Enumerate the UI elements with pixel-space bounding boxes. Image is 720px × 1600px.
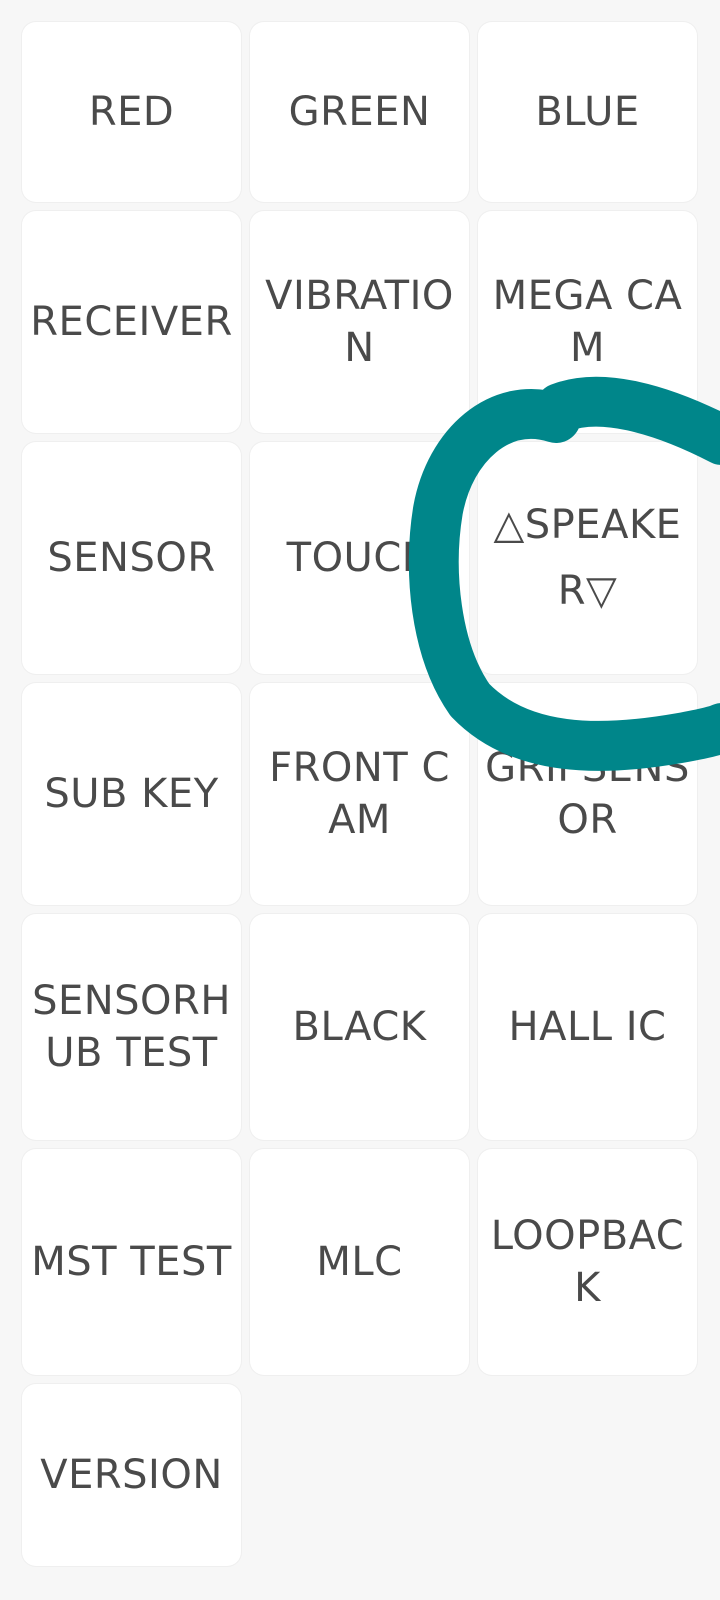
tile-hall-ic[interactable]: HALL IC: [478, 914, 697, 1140]
tile-label: GRIPSENSOR: [485, 745, 690, 843]
tile-sensor[interactable]: SENSOR: [22, 442, 241, 674]
tile-label: △SPEAKER▽: [493, 502, 682, 614]
tile-speaker[interactable]: △SPEAKER▽: [478, 442, 697, 674]
tile-grip-sensor[interactable]: GRIPSENSOR: [478, 683, 697, 905]
tile-blue[interactable]: BLUE: [478, 22, 697, 202]
tile-green[interactable]: GREEN: [250, 22, 469, 202]
tile-sensorhub-test[interactable]: SENSORHUB TEST: [22, 914, 241, 1140]
tile-label: LOOPBACK: [490, 1213, 685, 1311]
tile-label: VIBRATION: [265, 273, 454, 371]
tile-label: RED: [88, 89, 175, 135]
tile-label: FRONT CAM: [269, 745, 450, 843]
tile-label: SENSORHUB TEST: [32, 978, 231, 1076]
tile-label: RECEIVER: [30, 299, 233, 345]
tile-touch[interactable]: TOUCH: [250, 442, 469, 674]
tile-black[interactable]: BLACK: [250, 914, 469, 1140]
tile-red[interactable]: RED: [22, 22, 241, 202]
tile-mega-cam[interactable]: MEGA CAM: [478, 211, 697, 433]
test-menu-grid: RED GREEN BLUE RECEIVER VIBRATION MEGA C…: [22, 22, 698, 1566]
tile-label: SUB KEY: [44, 771, 219, 817]
tile-label: MLC: [316, 1239, 403, 1285]
tile-label: GREEN: [288, 89, 431, 135]
tile-mlc[interactable]: MLC: [250, 1149, 469, 1375]
tile-loopback[interactable]: LOOPBACK: [478, 1149, 697, 1375]
tile-receiver[interactable]: RECEIVER: [22, 211, 241, 433]
tile-label: BLACK: [292, 1004, 427, 1050]
tile-label: VERSION: [40, 1452, 223, 1498]
tile-mst-test[interactable]: MST TEST: [22, 1149, 241, 1375]
tile-label: MST TEST: [31, 1239, 232, 1285]
tile-sub-key[interactable]: SUB KEY: [22, 683, 241, 905]
tile-label: TOUCH: [286, 535, 433, 581]
tile-label: HALL IC: [508, 1004, 667, 1050]
tile-label: MEGA CAM: [492, 273, 683, 371]
tile-vibration[interactable]: VIBRATION: [250, 211, 469, 433]
tile-label: BLUE: [535, 89, 640, 135]
tile-version[interactable]: VERSION: [22, 1384, 241, 1566]
tile-front-cam[interactable]: FRONT CAM: [250, 683, 469, 905]
tile-label: SENSOR: [47, 535, 216, 581]
